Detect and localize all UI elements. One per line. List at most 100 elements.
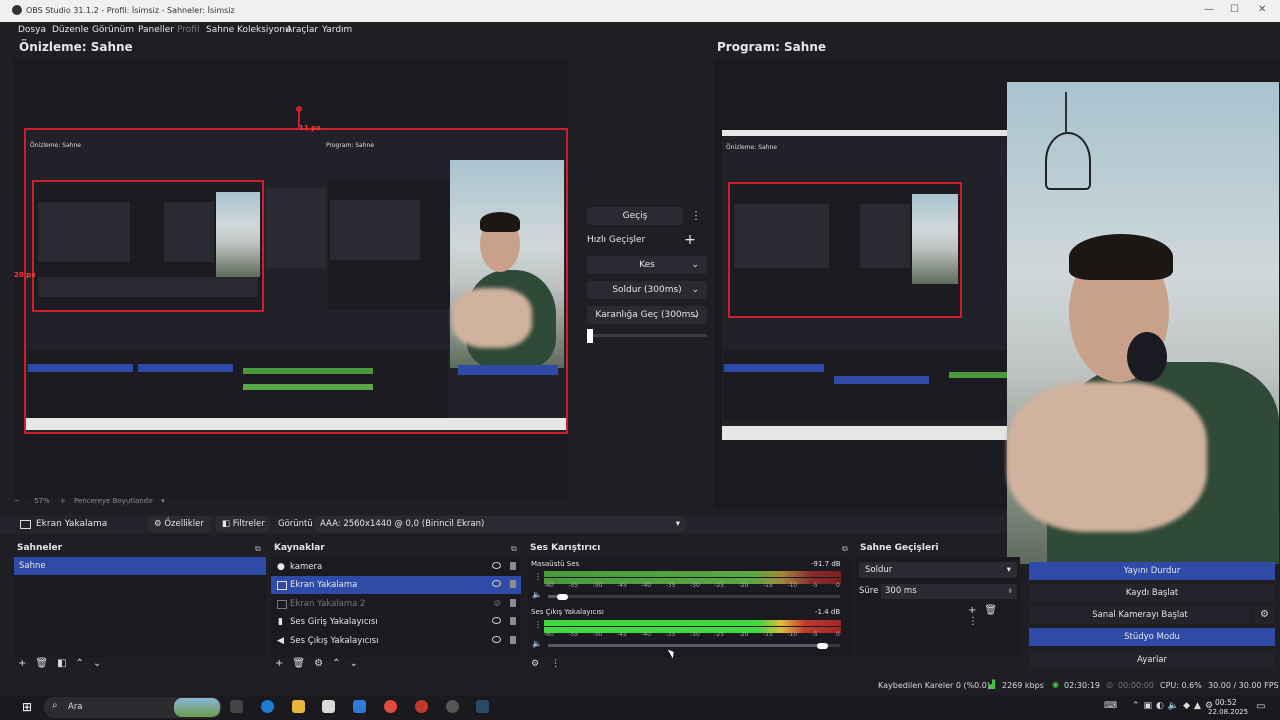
- lock-icon[interactable]: [510, 562, 516, 570]
- dock-float-icon[interactable]: ⧉: [842, 544, 848, 554]
- volume-knob[interactable]: [817, 642, 829, 649]
- maximize-icon[interactable]: ☐: [1230, 4, 1239, 15]
- move-down-icon[interactable]: ⌄: [93, 658, 110, 669]
- tray-icons[interactable]: ⌃▣◐🔈◆▲⚙: [1132, 701, 1217, 711]
- lock-icon[interactable]: [510, 580, 516, 588]
- properties-button[interactable]: ⚙ Özellikler: [148, 516, 210, 532]
- fade-button[interactable]: Soldur (300ms) ⌄: [587, 281, 707, 299]
- remove-scene-icon[interactable]: 🗑: [35, 658, 57, 669]
- task-view-icon[interactable]: [230, 700, 243, 713]
- remove-transition-icon[interactable]: 🗑: [984, 605, 1005, 616]
- volume-slider[interactable]: [548, 642, 840, 649]
- eye-icon[interactable]: [492, 562, 501, 569]
- minimize-icon[interactable]: —: [1204, 4, 1214, 15]
- lock-icon[interactable]: [510, 636, 516, 644]
- menu-tools[interactable]: Araçlar: [286, 25, 318, 35]
- menu-edit[interactable]: Düzenle: [52, 25, 89, 35]
- chevron-down-icon[interactable]: ▾: [161, 497, 165, 505]
- source-item-screen-capture-2[interactable]: Ekran Yakalama 2 ⊘: [271, 595, 521, 613]
- eye-icon[interactable]: [492, 617, 501, 624]
- volume-knob[interactable]: [557, 593, 569, 600]
- fade-black-button[interactable]: Karanlığa Geç (300ms) ⌄: [587, 306, 707, 324]
- filters-button[interactable]: ◧ Filtreler: [216, 516, 270, 532]
- menu-help[interactable]: Yardım: [322, 25, 352, 35]
- display-label: Görüntü: [278, 519, 313, 529]
- notification-icon[interactable]: ▭: [1256, 701, 1265, 712]
- mixer-menu-icon[interactable]: ⋮: [551, 659, 560, 669]
- dock-float-icon[interactable]: ⧉: [511, 544, 517, 554]
- preview-screen-capture[interactable]: Önizleme: Sahne Program: Sahne: [24, 106, 568, 434]
- start-virtual-cam-button[interactable]: Sanal Kamerayı Başlat: [1029, 606, 1251, 624]
- transition-select[interactable]: Soldur ▾: [859, 562, 1017, 578]
- channel-menu-icon[interactable]: ⋮: [534, 620, 542, 629]
- eye-icon[interactable]: [492, 636, 501, 643]
- transition-props-icon[interactable]: ⋮: [968, 616, 986, 627]
- transition-button[interactable]: Geçiş: [587, 207, 683, 225]
- start-record-button[interactable]: Kaydı Başlat: [1029, 584, 1275, 602]
- add-scene-icon[interactable]: +: [18, 658, 35, 669]
- spin-icon[interactable]: ⇳: [1008, 584, 1013, 599]
- lock-icon[interactable]: [510, 617, 516, 625]
- scale-tick: -50: [592, 582, 603, 589]
- volume-icon[interactable]: 🔈: [532, 590, 542, 599]
- move-up-icon[interactable]: ⌃: [76, 658, 93, 669]
- lock-icon[interactable]: [510, 599, 516, 607]
- filter-icon[interactable]: ◧: [57, 658, 75, 669]
- dock-float-icon[interactable]: ⧉: [255, 544, 261, 554]
- move-up-icon[interactable]: ⌃: [332, 658, 349, 669]
- menu-profile[interactable]: Profil: [177, 25, 199, 35]
- advanced-audio-icon[interactable]: ⚙: [531, 659, 539, 669]
- settings-button[interactable]: Ayarlar: [1029, 651, 1275, 669]
- source-item-audio-input[interactable]: ▮ Ses Giriş Yakalayıcısı: [271, 613, 521, 631]
- channel-menu-icon[interactable]: ⋮: [534, 572, 542, 581]
- close-icon[interactable]: ✕: [1258, 4, 1266, 15]
- tbar-track[interactable]: [587, 334, 707, 337]
- scale-tick: -35: [665, 631, 676, 638]
- add-source-icon[interactable]: +: [275, 658, 292, 669]
- preview-canvas[interactable]: Önizleme: Sahne Program: Sahne 11 px 20 …: [14, 58, 569, 498]
- obs-taskbar-icon[interactable]: [446, 700, 459, 713]
- chrome-icon[interactable]: [384, 700, 397, 713]
- remove-source-icon[interactable]: 🗑: [292, 658, 314, 669]
- chrome-2-icon[interactable]: [415, 700, 428, 713]
- store-icon[interactable]: [322, 700, 335, 713]
- display-select[interactable]: AAA: 2560x1440 @ 0,0 (Birincil Ekran) ▾: [314, 516, 686, 532]
- source-item-audio-output[interactable]: ◀ Ses Çıkış Yakalayıcısı: [271, 632, 521, 650]
- source-item-screen-capture[interactable]: Ekran Yakalama: [271, 576, 521, 594]
- tbar-handle[interactable]: [587, 329, 593, 343]
- zoom-out-icon[interactable]: −: [14, 497, 20, 505]
- source-item-camera[interactable]: ● kamera: [271, 558, 521, 576]
- add-quick-transition-icon[interactable]: +: [680, 231, 700, 249]
- volume-icon[interactable]: 🔈: [532, 639, 542, 648]
- windows-start-icon[interactable]: ⊞: [22, 700, 32, 714]
- scale-tick: -55: [568, 582, 579, 589]
- scale-tick: -45: [617, 631, 627, 638]
- studio-mode-button[interactable]: Stüdyo Modu: [1029, 628, 1275, 646]
- keyboard-icon[interactable]: ⌨: [1104, 701, 1117, 711]
- menu-docks[interactable]: Paneller: [138, 25, 174, 35]
- add-transition-icon[interactable]: +: [968, 605, 984, 616]
- fit-to-window-label[interactable]: Pencereye Boyutlandır: [74, 497, 153, 505]
- edge-icon[interactable]: [261, 700, 274, 713]
- search-icon: ⌕: [52, 700, 58, 711]
- menu-scene-collection[interactable]: Sahne Koleksiyonu: [206, 25, 291, 35]
- zoom-in-icon[interactable]: +: [60, 497, 66, 505]
- steam-icon[interactable]: [476, 700, 489, 713]
- taskbar-search[interactable]: ⌕ Ara: [44, 697, 222, 718]
- explorer-icon[interactable]: [292, 700, 305, 713]
- volume-slider[interactable]: [548, 593, 840, 600]
- source-settings-icon[interactable]: ⚙: [314, 658, 332, 669]
- menu-view[interactable]: Görünüm: [92, 25, 134, 35]
- virtual-cam-settings-icon[interactable]: ⚙: [1254, 606, 1275, 624]
- menu-file[interactable]: Dosya: [18, 25, 46, 35]
- mail-icon[interactable]: [353, 700, 366, 713]
- cut-button[interactable]: Kes ⌄: [587, 256, 707, 274]
- scene-item[interactable]: Sahne: [14, 557, 266, 575]
- stop-stream-button[interactable]: Yayını Durdur: [1029, 562, 1275, 580]
- move-down-icon[interactable]: ⌄: [349, 658, 366, 669]
- eye-hidden-icon[interactable]: ⊘: [493, 595, 501, 613]
- duration-input[interactable]: 300 ms ⇳: [881, 584, 1017, 599]
- eye-icon[interactable]: [492, 580, 501, 587]
- transition-menu-icon[interactable]: ⋮: [685, 207, 707, 225]
- search-highlight-image: [174, 698, 220, 717]
